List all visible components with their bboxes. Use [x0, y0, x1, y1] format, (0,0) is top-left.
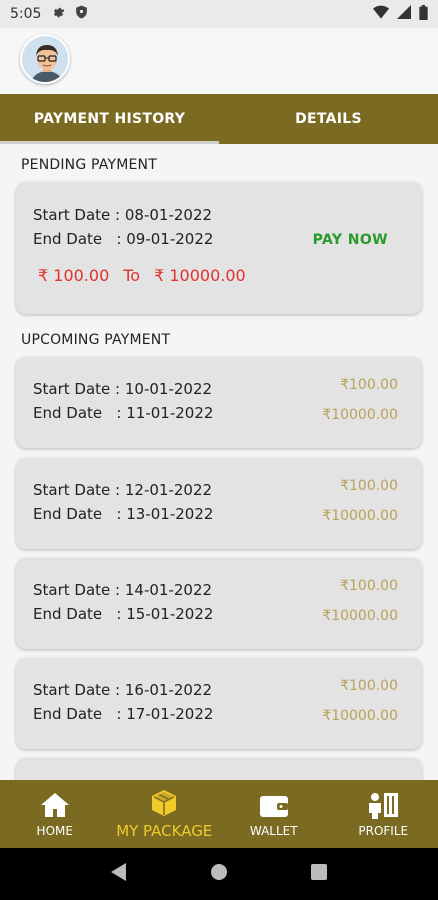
home-icon [40, 790, 70, 820]
status-bar: 5:05 [0, 0, 438, 28]
start-date: Start Date : 14-01-2022 [33, 581, 213, 599]
max-amount: ₹10000.00 [322, 508, 398, 524]
min-amount: ₹100.00 [340, 678, 398, 694]
payment-list[interactable]: PENDING PAYMENT Start Date : 08-01-2022 … [0, 144, 438, 780]
shield-icon [75, 5, 88, 23]
start-date: Start Date : 10-01-2022 [33, 380, 213, 398]
tab-label: PAYMENT HISTORY [33, 111, 186, 127]
tab-payment-history[interactable]: PAYMENT HISTORY [0, 94, 219, 144]
amount-to: ₹ 10000.00 [154, 266, 246, 285]
avatar[interactable] [20, 34, 70, 84]
end-date: End Date : 17-01-2022 [33, 705, 214, 723]
tab-label: DETAILS [295, 111, 362, 127]
upcoming-section-title: UPCOMING PAYMENT [21, 332, 171, 348]
profile-icon [366, 790, 400, 820]
signal-icon [397, 5, 411, 23]
upcoming-payment-card-partial [16, 758, 422, 780]
nav-wallet[interactable]: WALLET [219, 780, 329, 848]
nav-label: HOME [36, 824, 73, 838]
upcoming-payment-card: Start Date : 12-01-2022 End Date : 13-01… [16, 458, 422, 549]
nav-label: MY PACKAGE [116, 822, 213, 840]
pay-now-button[interactable]: PAY NOW [313, 232, 388, 248]
max-amount: ₹10000.00 [322, 608, 398, 624]
upcoming-payment-card: Start Date : 14-01-2022 End Date : 15-01… [16, 558, 422, 649]
min-amount: ₹100.00 [340, 478, 398, 494]
bottom-nav: HOME MY PACKAGE WALLET PROFILE [0, 780, 438, 848]
nav-my-package[interactable]: MY PACKAGE [110, 780, 220, 848]
start-date: Start Date : 08-01-2022 [33, 206, 213, 224]
system-nav-bar [0, 848, 438, 900]
pending-payment-card: Start Date : 08-01-2022 End Date : 09-01… [16, 182, 422, 314]
app-header [0, 28, 438, 94]
min-amount: ₹100.00 [340, 578, 398, 594]
nav-profile[interactable]: PROFILE [329, 780, 438, 848]
end-date: End Date : 13-01-2022 [33, 505, 214, 523]
amount-to-label: To [123, 266, 141, 285]
start-date: Start Date : 16-01-2022 [33, 681, 213, 699]
min-amount: ₹100.00 [340, 377, 398, 393]
start-date: Start Date : 12-01-2022 [33, 481, 213, 499]
pending-section-title: PENDING PAYMENT [21, 157, 157, 173]
amount-range: ₹ 100.00 To ₹ 10000.00 [38, 266, 246, 285]
tab-bar: PAYMENT HISTORY DETAILS [0, 94, 438, 144]
upcoming-payment-card: Start Date : 10-01-2022 End Date : 11-01… [16, 357, 422, 448]
nav-home[interactable]: HOME [0, 780, 110, 848]
home-circle-icon[interactable] [210, 863, 228, 885]
max-amount: ₹10000.00 [322, 407, 398, 423]
amount-from: ₹ 100.00 [38, 266, 110, 285]
nav-label: PROFILE [358, 824, 409, 838]
end-date: End Date : 09-01-2022 [33, 230, 214, 248]
end-date: End Date : 11-01-2022 [33, 404, 214, 422]
package-icon [149, 788, 179, 818]
end-date: End Date : 15-01-2022 [33, 605, 214, 623]
nav-label: WALLET [249, 824, 298, 838]
recents-icon[interactable] [310, 864, 327, 884]
upcoming-payment-card: Start Date : 16-01-2022 End Date : 17-01… [16, 658, 422, 749]
back-icon[interactable] [111, 863, 127, 885]
max-amount: ₹10000.00 [322, 708, 398, 724]
wifi-icon [373, 5, 389, 23]
wallet-icon [259, 790, 289, 820]
tab-details[interactable]: DETAILS [219, 94, 438, 144]
status-time: 5:05 [10, 6, 42, 22]
settings-icon [51, 5, 65, 23]
battery-icon [419, 4, 428, 24]
